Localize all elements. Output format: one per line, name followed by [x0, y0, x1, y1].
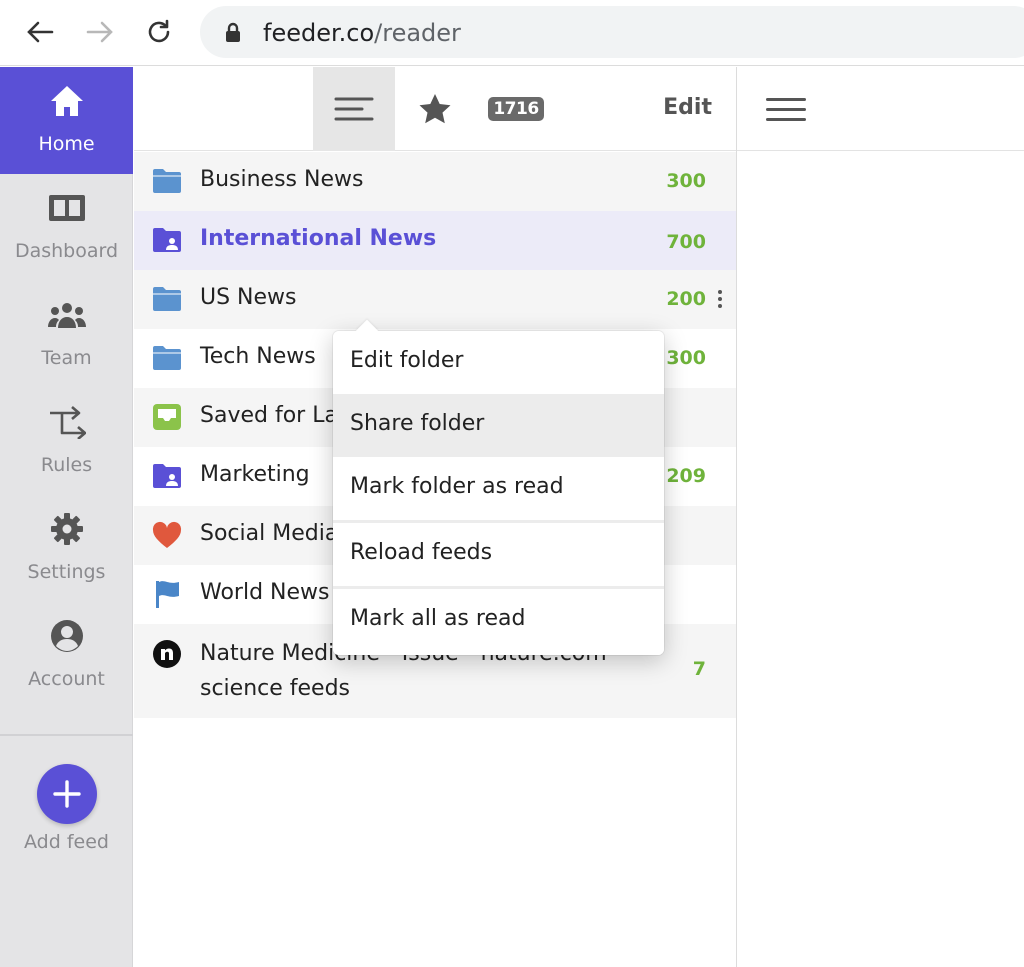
unread-count: 7: [692, 658, 706, 680]
reload-button[interactable]: [141, 14, 177, 50]
home-icon: [0, 83, 133, 119]
folder-icon: [153, 169, 181, 193]
list-view-icon: [334, 97, 374, 121]
sidebar-item-label: Account: [28, 668, 105, 690]
gear-icon: [0, 511, 133, 547]
add-feed-button[interactable]: [37, 764, 97, 824]
feed-name: Tech News: [200, 344, 316, 369]
sidebar-item-label: Team: [41, 347, 92, 369]
shared-folder-icon: [153, 228, 181, 252]
folder-icon: [153, 346, 181, 370]
forward-button[interactable]: [82, 14, 118, 50]
sidebar-item-label: Settings: [27, 561, 106, 583]
nature-logo-icon: [153, 640, 181, 668]
browser-toolbar: feeder.co/reader: [0, 0, 1024, 66]
unread-count-button[interactable]: 1716: [486, 67, 546, 151]
article-toolbar: [737, 67, 1024, 151]
menu-item-edit-folder[interactable]: Edit folder: [333, 331, 664, 394]
add-feed-label: Add feed: [24, 831, 109, 853]
star-icon: [419, 94, 451, 124]
unread-count: 300: [666, 347, 706, 369]
inbox-icon: [153, 404, 181, 430]
feed-name: Social Media: [200, 521, 339, 546]
lock-icon: [226, 22, 240, 42]
sidebar-divider: [0, 734, 133, 736]
article-panel: [736, 67, 1024, 967]
sidebar-item-label: Rules: [40, 454, 93, 476]
feed-row[interactable]: International News 700: [134, 211, 736, 270]
unread-count: 200: [666, 288, 706, 310]
unread-count: 209: [666, 465, 706, 487]
feed-row[interactable]: Business News 300: [134, 152, 736, 211]
arrow-left-icon: [27, 21, 54, 43]
feed-name: World News: [200, 580, 330, 605]
menu-icon[interactable]: [766, 98, 806, 128]
sidebar-item-account[interactable]: Account: [0, 602, 133, 709]
sidebar-item-label: Dashboard: [14, 240, 119, 262]
sidebar-item-rules[interactable]: Rules: [0, 388, 133, 495]
feed-row[interactable]: US News 200: [134, 270, 736, 329]
unread-count: 300: [666, 170, 706, 192]
dashboard-icon: [0, 190, 133, 226]
starred-button[interactable]: [402, 67, 468, 151]
sidebar-item-settings[interactable]: Settings: [0, 495, 133, 602]
account-icon: [0, 618, 133, 654]
heart-icon: [152, 521, 182, 548]
folder-icon: [153, 287, 181, 311]
feed-name: Business News: [200, 167, 364, 192]
sidebar-item-label: Home: [38, 133, 95, 155]
plus-icon: [53, 780, 81, 808]
more-options-icon[interactable]: [718, 290, 724, 311]
edit-button[interactable]: Edit: [663, 95, 712, 120]
shared-folder-icon: [153, 464, 181, 488]
sidebar-item-home[interactable]: Home: [0, 67, 133, 174]
sidebar-item-team[interactable]: Team: [0, 281, 133, 388]
menu-item-share-folder[interactable]: Share folder: [333, 394, 664, 457]
feed-name: US News: [200, 285, 297, 310]
menu-item-reload-feeds[interactable]: Reload feeds: [333, 523, 664, 586]
feed-list-toolbar: 1716 Edit: [134, 67, 736, 151]
unread-count: 700: [666, 231, 706, 253]
feed-name: Saved for La: [200, 403, 338, 428]
url-path: /reader: [374, 19, 461, 47]
rules-icon: [0, 404, 133, 440]
reload-icon: [148, 19, 170, 43]
feed-name: International News: [200, 226, 437, 251]
feed-name: Marketing: [200, 462, 310, 487]
sidebar: Home Dashboard Team Rules Settings Accou…: [0, 67, 133, 967]
url-text: feeder.co/reader: [263, 19, 461, 47]
url-host: feeder.co: [263, 19, 375, 47]
flag-icon: [156, 581, 179, 608]
sidebar-item-dashboard[interactable]: Dashboard: [0, 174, 133, 281]
back-button[interactable]: [22, 14, 58, 50]
folder-context-menu: Edit folder Share folder Mark folder as …: [333, 319, 664, 655]
team-icon: [0, 297, 133, 333]
list-view-button[interactable]: [313, 67, 395, 151]
menu-item-mark-folder-read[interactable]: Mark folder as read: [333, 457, 664, 520]
address-bar[interactable]: feeder.co/reader: [200, 6, 1024, 58]
unread-count-badge: 1716: [488, 97, 544, 121]
arrow-right-icon: [86, 21, 113, 43]
menu-item-mark-all-read[interactable]: Mark all as read: [333, 589, 664, 655]
